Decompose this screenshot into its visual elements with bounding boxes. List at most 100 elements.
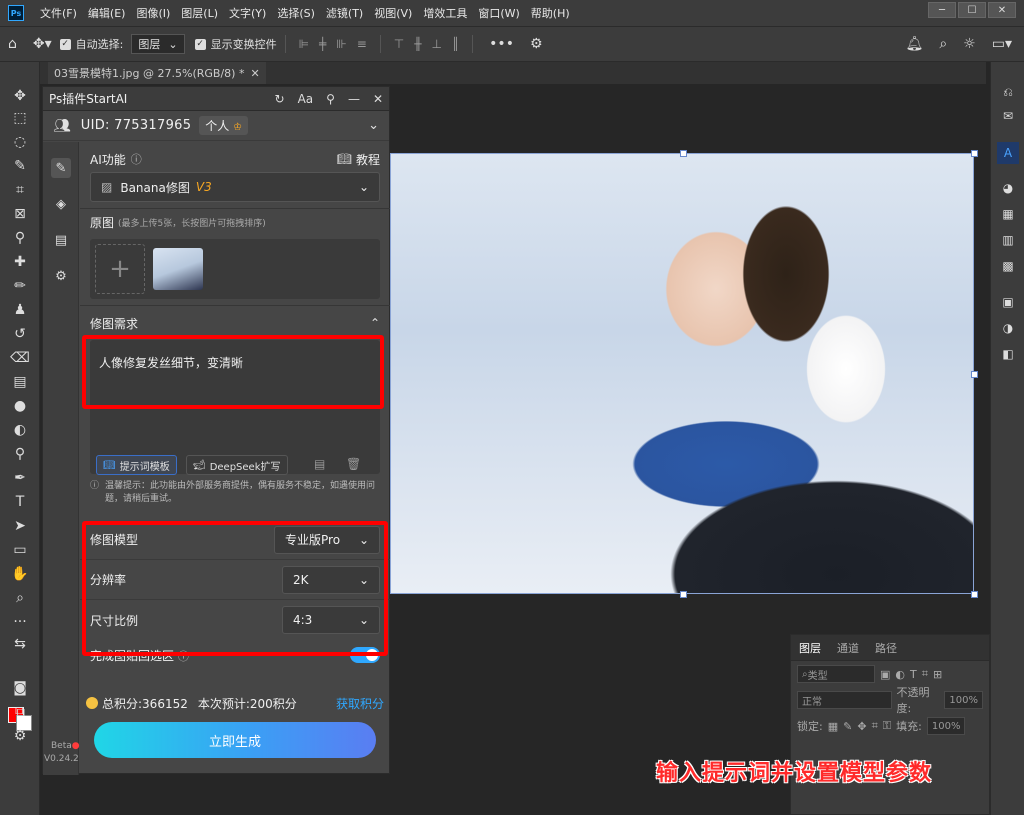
filter-shape-icon[interactable]: ⌗ — [922, 667, 928, 681]
menu-window[interactable]: 窗口(W) — [478, 5, 519, 21]
quick-mask-icon[interactable]: ◙ — [10, 678, 30, 698]
document-tab[interactable]: 03雪景模特1.jpg @ 27.5%(RGB/8) * ✕ — [48, 62, 266, 84]
deepseek-expand-button[interactable]: 🐋︎ DeepSeek扩写 — [186, 455, 288, 475]
align-bottom-icon[interactable]: ⊥ — [431, 37, 441, 51]
fill-input[interactable]: 100% — [926, 717, 966, 735]
menu-view[interactable]: 视图(V) — [374, 5, 412, 21]
filter-pixel-icon[interactable]: ▣ — [880, 668, 890, 681]
workspace-icon[interactable]: ▭▾ — [992, 36, 1012, 52]
prompt-template-button[interactable]: 📖︎ 提示词模板 — [96, 455, 177, 475]
plugin-icon[interactable]: ⚙ — [10, 726, 30, 746]
layer-filter-dropdown[interactable]: ⌕ 类型 — [797, 665, 875, 683]
uploaded-thumbnail[interactable] — [153, 248, 203, 290]
brush-tool-icon[interactable]: ✏ — [10, 276, 30, 296]
tab-channels[interactable]: 通道 — [829, 640, 867, 656]
chevron-down-icon[interactable]: ⌄ — [368, 118, 379, 133]
refresh-icon[interactable]: ↻ — [275, 92, 285, 106]
add-image-button[interactable]: + — [95, 244, 145, 294]
zoom-tool-icon[interactable]: ⌕ — [10, 588, 30, 608]
healing-tool-icon[interactable]: ✚ — [10, 252, 30, 272]
lock-artboard-icon[interactable]: ⌗ — [872, 719, 878, 733]
menu-select[interactable]: 选择(S) — [277, 5, 315, 21]
lock-transparent-icon[interactable]: ▦ — [828, 720, 838, 733]
libraries-icon[interactable]: ▣ — [1000, 294, 1016, 310]
menu-edit[interactable]: 编辑(E) — [88, 5, 126, 21]
transform-handle[interactable] — [971, 371, 978, 378]
bell-icon[interactable]: 🔔︎ — [906, 36, 924, 52]
paste-back-toggle[interactable] — [350, 647, 380, 663]
minimize-icon[interactable]: ─ — [928, 2, 956, 18]
menu-layer[interactable]: 图层(L) — [181, 5, 218, 21]
transform-handle[interactable] — [680, 150, 687, 157]
lock-image-icon[interactable]: ✎ — [843, 720, 852, 733]
gear-icon[interactable]: ⚙ — [530, 36, 543, 52]
close-tab-icon[interactable]: ✕ — [250, 67, 259, 80]
transform-handle[interactable] — [971, 150, 978, 157]
move-tool-icon[interactable]: ✥ — [10, 86, 30, 106]
document-image[interactable] — [390, 153, 974, 594]
close-icon[interactable]: ✕ — [988, 2, 1016, 18]
menu-filter[interactable]: 滤镜(T) — [326, 5, 363, 21]
screen-mode-icon[interactable]: ⧉ — [10, 702, 30, 722]
show-transform-checkbox[interactable]: ✓ — [194, 38, 206, 50]
menu-file[interactable]: 文件(F) — [40, 5, 77, 21]
edit-icon[interactable]: ✎ — [51, 158, 71, 178]
save-prompt-icon[interactable]: ▤ — [314, 457, 325, 471]
search-icon[interactable]: ⌕ — [939, 36, 947, 52]
menu-image[interactable]: 图像(I) — [136, 5, 170, 21]
info-icon[interactable]: ⓘ — [131, 151, 142, 167]
user-bar[interactable]: 👥︎ UID: 775317965 个人 ♔ ⌄ — [43, 111, 389, 141]
pen-tool-icon[interactable]: ✒ — [10, 468, 30, 488]
eyedropper-tool-icon[interactable]: ⚲ — [10, 228, 30, 248]
adjustments-icon[interactable]: ◑ — [1000, 320, 1016, 336]
rectangle-tool-icon[interactable]: ▭ — [10, 540, 30, 560]
swatches-icon[interactable]: ▦ — [1000, 206, 1016, 222]
quick-select-tool-icon[interactable]: ✎ — [10, 156, 30, 176]
move-tool-icon[interactable]: ✥▾ — [33, 36, 52, 52]
transform-handle[interactable] — [680, 591, 687, 598]
default-colors-icon[interactable]: ⇆ — [10, 634, 30, 654]
menu-help[interactable]: 帮助(H) — [531, 5, 570, 21]
resolution-dropdown[interactable]: 2K ⌄ — [282, 565, 380, 594]
marquee-tool-icon[interactable]: ⬚ — [10, 108, 30, 128]
ratio-dropdown[interactable]: 4:3 ⌄ — [282, 606, 380, 634]
model-dropdown[interactable]: 专业版Pro ⌄ — [274, 525, 380, 554]
history-icon[interactable]: ▤ — [51, 230, 71, 250]
dodge-tool-icon[interactable]: ◐ — [10, 420, 30, 440]
opacity-input[interactable]: 100% — [944, 691, 983, 709]
crop-tool-icon[interactable]: ⌗ — [10, 180, 30, 200]
frame-tool-icon[interactable]: ⊠ — [10, 204, 30, 224]
home-icon[interactable]: ⌂ — [8, 36, 17, 52]
ai-function-dropdown[interactable]: ▨ Banana修图 V3 ⌄ — [90, 172, 380, 202]
distribute-icon[interactable]: ≡ — [357, 37, 367, 51]
font-size-icon[interactable]: Aa — [298, 92, 314, 106]
prompt-input[interactable]: 人像修复发丝细节，变清晰 📖︎ 提示词模板 🐋︎ DeepSeek扩写 ▤ 🗑︎ — [90, 340, 380, 475]
lock-position-icon[interactable]: ✥ — [857, 720, 866, 733]
layers-icon[interactable]: ◈ — [51, 194, 71, 214]
close-icon[interactable]: ✕ — [373, 92, 383, 106]
blend-mode-dropdown[interactable]: 正常 — [797, 691, 892, 709]
settings-icon[interactable]: ⚙ — [51, 266, 71, 286]
generate-button[interactable]: 立即生成 — [94, 722, 376, 758]
auto-select-checkbox[interactable]: ✓ — [59, 38, 71, 50]
history-brush-icon[interactable]: ↺ — [10, 324, 30, 344]
align-top-icon[interactable]: ⊤ — [394, 37, 404, 51]
maximize-icon[interactable]: ☐ — [958, 2, 986, 18]
delete-icon[interactable]: 🗑︎ — [346, 457, 361, 471]
distribute-vertical-icon[interactable]: ║ — [452, 37, 459, 51]
align-center-icon[interactable]: ╪ — [319, 37, 326, 51]
more-icon[interactable]: ••• — [489, 36, 514, 52]
auto-select-dropdown[interactable]: 图层 ⌄ — [131, 34, 185, 54]
properties-icon[interactable]: ◧ — [1000, 346, 1016, 362]
hand-tool-icon[interactable]: ✋ — [10, 564, 30, 584]
transform-handle[interactable] — [971, 591, 978, 598]
path-select-tool-icon[interactable]: ➤ — [10, 516, 30, 536]
filter-type-icon[interactable]: T — [910, 668, 917, 681]
color-icon[interactable]: ◕ — [1000, 180, 1016, 196]
comments-icon[interactable]: ✉ — [1000, 108, 1016, 124]
more-tools-icon[interactable]: ··· — [10, 612, 30, 632]
align-right-icon[interactable]: ⊪ — [336, 37, 346, 51]
eraser-tool-icon[interactable]: ⌫ — [10, 348, 30, 368]
blur-tool-icon[interactable]: ● — [10, 396, 30, 416]
align-middle-icon[interactable]: ╫ — [414, 37, 421, 51]
